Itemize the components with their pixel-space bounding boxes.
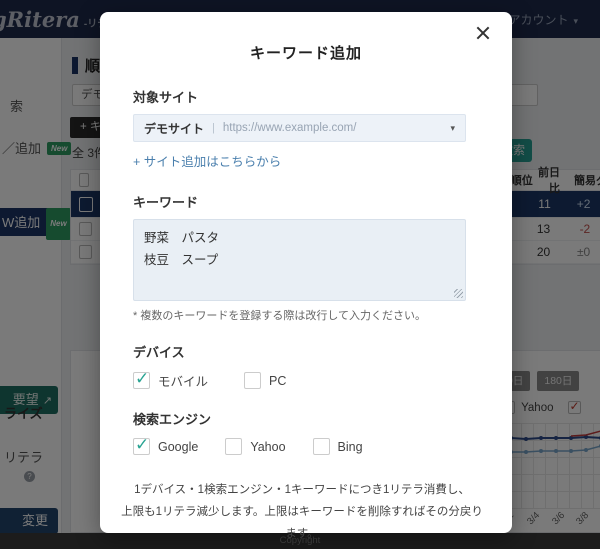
keyword-label: キーワード — [133, 192, 466, 211]
modal-title: キーワード追加 — [100, 42, 512, 63]
close-icon[interactable] — [474, 24, 492, 42]
site-select-url: https://www.example.com/ — [223, 122, 451, 134]
pc-label: PC — [269, 374, 286, 388]
device-options: ✓ モバイル PC — [133, 371, 466, 390]
resize-handle-icon[interactable] — [454, 289, 463, 298]
bing-checkbox[interactable] — [313, 438, 330, 455]
site-select[interactable]: デモサイト | https://www.example.com/ ▾ — [133, 114, 466, 142]
chevron-down-icon: ▾ — [450, 123, 455, 134]
modal-body: 対象サイト デモサイト | https://www.example.com/ ▾… — [133, 87, 466, 549]
bing-label: Bing — [338, 440, 363, 454]
mobile-checkbox[interactable]: ✓ — [133, 372, 150, 389]
keyword-textarea-value: 野菜 パスタ 枝豆 スープ — [144, 231, 219, 267]
search-engine-label: 検索エンジン — [133, 409, 466, 428]
checkmark-icon: ✓ — [135, 369, 149, 389]
device-label: デバイス — [133, 342, 466, 361]
keyword-note: * 複数のキーワードを登録する際は改行して入力ください。 — [133, 307, 466, 323]
add-site-link[interactable]: + サイト追加はこちらから — [133, 151, 466, 170]
screen: gRitera-リテラ アカウント▾ 索 ／追加New W追加New 要望↗ ラ… — [0, 0, 600, 549]
checkmark-icon: ✓ — [135, 435, 149, 455]
add-keyword-modal: キーワード追加 対象サイト デモサイト | https://www.exampl… — [100, 12, 512, 533]
site-select-name: デモサイト — [144, 120, 204, 137]
consume-note: 1デバイス・1検索エンジン・1キーワードにつき1リテラ消費し、 上限も1リテラ減… — [118, 480, 486, 546]
engine-options: ✓ Google Yahoo Bing — [133, 438, 466, 455]
site-select-separator: | — [212, 122, 215, 134]
google-checkbox[interactable]: ✓ — [133, 438, 150, 455]
pc-checkbox[interactable] — [244, 372, 261, 389]
keyword-textarea[interactable]: 野菜 パスタ 枝豆 スープ — [133, 219, 466, 301]
target-site-label: 対象サイト — [133, 87, 466, 106]
yahoo-checkbox[interactable] — [225, 438, 242, 455]
google-label: Google — [158, 440, 198, 454]
mobile-label: モバイル — [158, 371, 208, 390]
yahoo-label: Yahoo — [250, 440, 285, 454]
